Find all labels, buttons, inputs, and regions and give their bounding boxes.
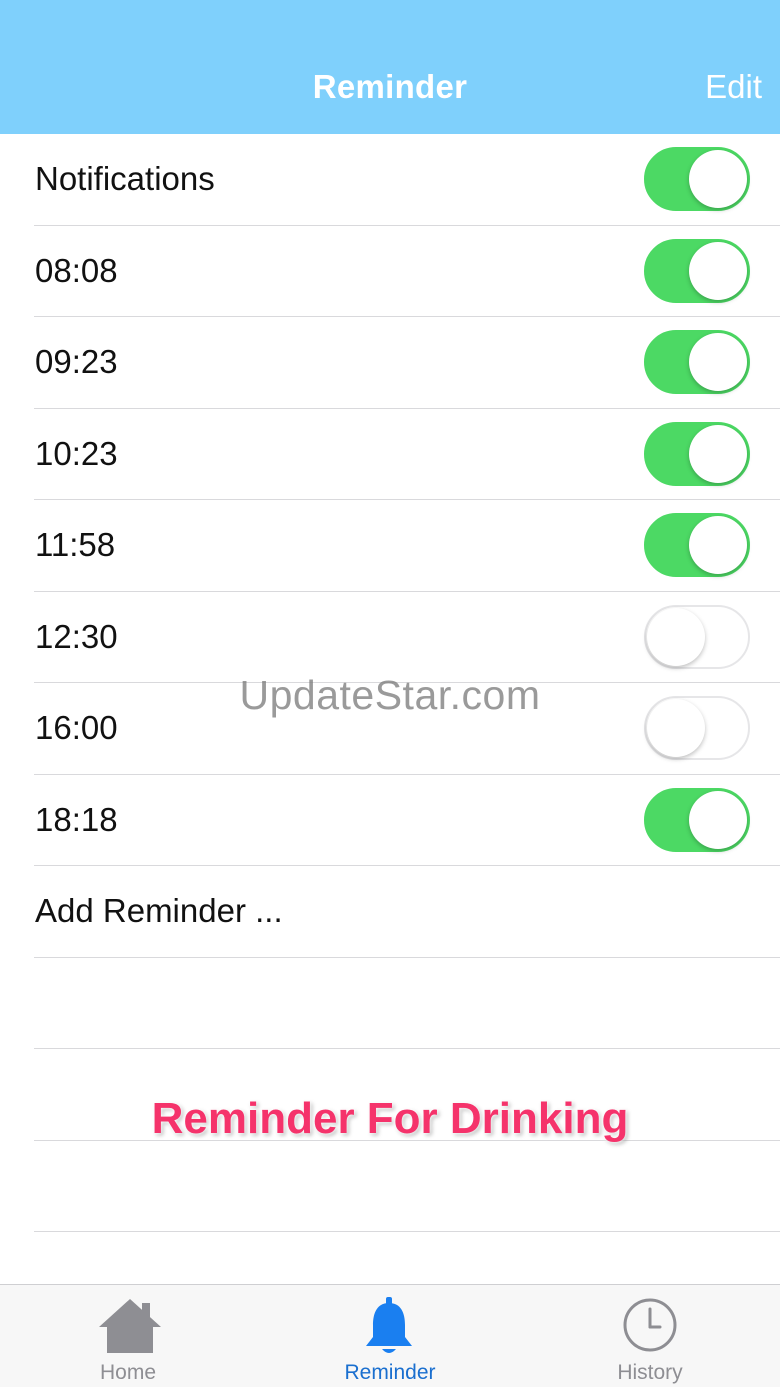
tab-reminder[interactable]: Reminder [260, 1285, 520, 1387]
reminder-time: 08:08 [35, 251, 118, 289]
nav-bar: Reminder Edit [0, 0, 780, 134]
toggle-knob [689, 790, 747, 849]
toggle-knob [689, 150, 747, 209]
reminder-toggle[interactable] [644, 513, 750, 578]
reminder-toggle[interactable] [644, 604, 750, 669]
empty-row [34, 1141, 780, 1232]
clock-icon [622, 1297, 678, 1358]
toggle-knob [689, 516, 747, 575]
reminder-time: 11:58 [35, 526, 116, 564]
reminder-time: 12:30 [35, 617, 118, 655]
notifications-toggle[interactable] [644, 147, 750, 212]
reminder-row[interactable]: 08:08 [34, 226, 780, 317]
home-icon [97, 1297, 163, 1360]
tab-history[interactable]: History [520, 1285, 780, 1387]
reminder-row[interactable]: 09:23 [34, 317, 780, 409]
tab-label: Home [99, 1361, 157, 1384]
page-title: Reminder [312, 68, 468, 105]
add-reminder-label: Add Reminder ... [35, 892, 283, 930]
edit-button[interactable]: Edit [705, 68, 762, 106]
bell-icon [363, 1297, 415, 1362]
reminder-toggle[interactable] [644, 330, 750, 395]
reminder-row[interactable]: 12:30 [34, 592, 780, 683]
reminder-toggle[interactable] [644, 421, 750, 486]
promo-caption: Reminder For Drinking [151, 1094, 629, 1143]
reminder-time: 10:23 [35, 434, 118, 472]
empty-row [34, 958, 780, 1049]
reminder-time: 09:23 [35, 343, 118, 381]
toggle-knob [689, 241, 747, 300]
watermark-text: UpdateStar.com [239, 672, 541, 718]
reminder-time: 18:18 [35, 800, 118, 838]
tab-home[interactable]: Home [0, 1285, 260, 1387]
reminder-toggle[interactable] [644, 787, 750, 852]
reminder-row[interactable]: 10:23 [34, 409, 780, 500]
tab-label: Reminder [344, 1361, 436, 1384]
tab-bar: Home Reminder History [0, 1284, 780, 1387]
toggle-knob [689, 424, 747, 483]
row-label: Notifications [35, 160, 215, 198]
add-reminder-row[interactable]: Add Reminder ... [34, 866, 780, 958]
tab-label: History [617, 1361, 683, 1384]
toggle-knob [647, 607, 705, 666]
reminder-row[interactable]: 18:18 [34, 775, 780, 866]
toggle-knob [689, 333, 747, 392]
reminder-toggle[interactable] [644, 238, 750, 303]
notifications-row: Notifications [34, 134, 780, 226]
reminder-row[interactable]: 11:58 [34, 500, 780, 592]
